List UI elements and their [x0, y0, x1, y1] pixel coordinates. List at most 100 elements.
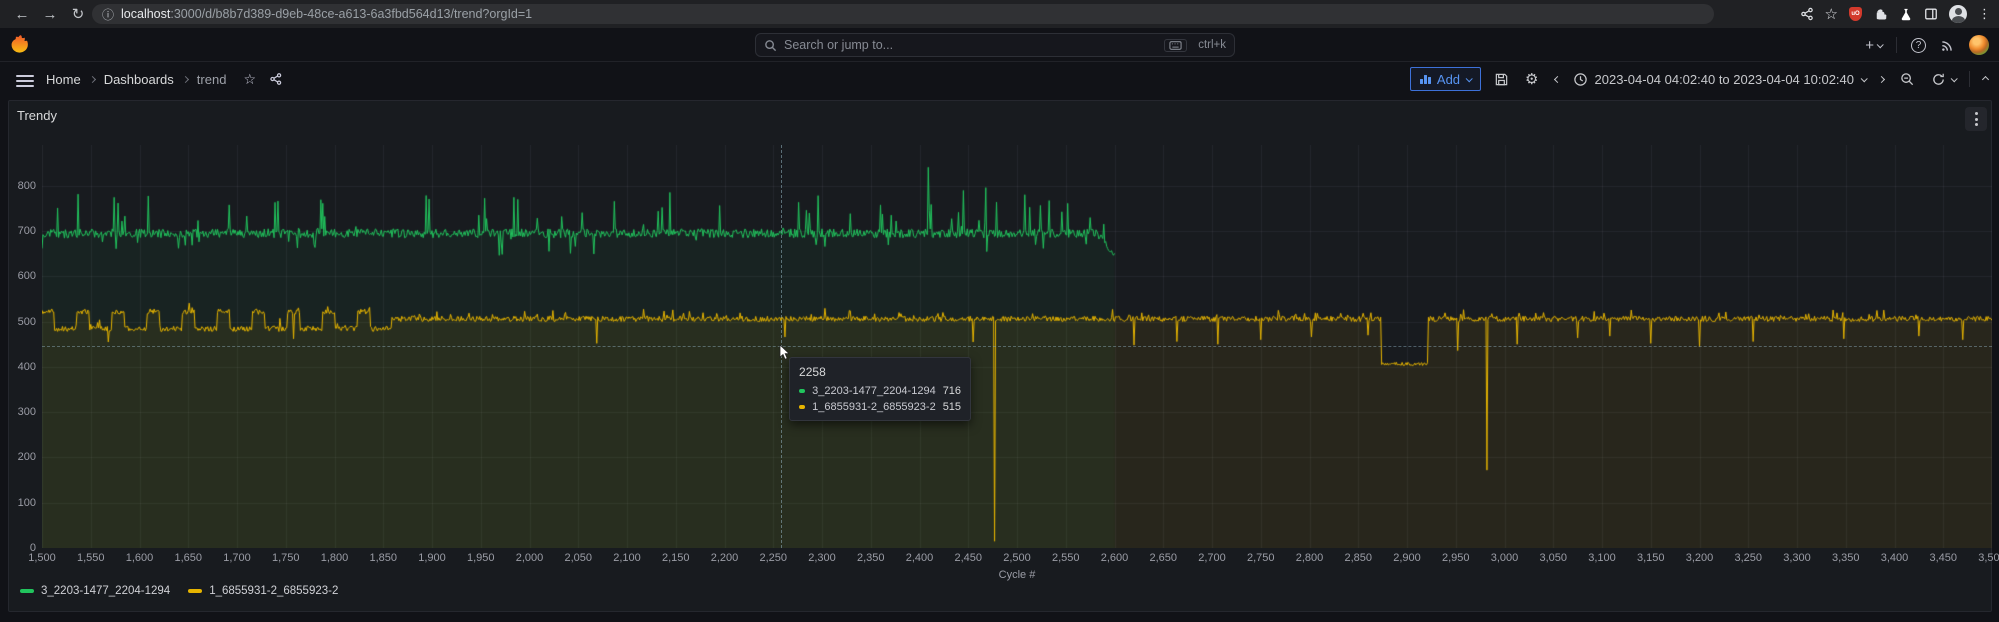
new-menu-button[interactable]: + — [1865, 37, 1882, 54]
refresh-icon — [1931, 72, 1946, 87]
x-tick-label: 2,200 — [711, 552, 739, 564]
x-tick-label: 1,900 — [418, 552, 446, 564]
time-range-picker[interactable]: 2023-04-04 04:02:40 to 2023-04-04 10:02:… — [1573, 72, 1867, 87]
x-tick-label: 3,100 — [1588, 552, 1616, 564]
breadcrumb-dashboards[interactable]: Dashboards — [104, 72, 174, 87]
browser-back-icon[interactable]: ← — [10, 2, 34, 26]
grafana-logo[interactable] — [10, 35, 29, 54]
x-tick-label: 2,300 — [808, 552, 836, 564]
x-tick-label: 2,000 — [516, 552, 544, 564]
x-tick-label: 1,750 — [272, 552, 300, 564]
panel-title: Trendy — [17, 108, 57, 123]
keyboard-icon — [1164, 39, 1187, 52]
time-shift-forward-icon[interactable] — [1876, 67, 1887, 91]
x-tick-label: 2,700 — [1198, 552, 1226, 564]
share-icon[interactable] — [1800, 7, 1814, 21]
grafana-top-nav: ctrl+k + ? — [0, 28, 1999, 62]
chart-canvas[interactable] — [42, 145, 1992, 548]
panel-menu-icon[interactable] — [1965, 107, 1987, 131]
breadcrumb-current: trend — [197, 72, 227, 87]
x-tick-label: 2,550 — [1052, 552, 1080, 564]
save-dashboard-icon[interactable] — [1491, 67, 1512, 91]
favorite-star-icon[interactable]: ☆ — [243, 71, 256, 88]
y-tick-label: 100 — [0, 497, 36, 509]
legend-swatch — [188, 589, 202, 593]
y-tick-label: 600 — [0, 270, 36, 282]
x-tick-label: 1,650 — [174, 552, 202, 564]
time-shift-back-icon[interactable] — [1552, 67, 1563, 91]
x-tick-label: 2,900 — [1393, 552, 1421, 564]
search-input[interactable] — [784, 38, 1157, 52]
x-tick-label: 1,950 — [467, 552, 495, 564]
x-tick-label: 3,300 — [1783, 552, 1811, 564]
x-tick-label: 3,450 — [1929, 552, 1957, 564]
flask-extension-icon[interactable] — [1899, 7, 1913, 22]
x-tick-label: 3,250 — [1734, 552, 1762, 564]
collapse-toolbar-icon[interactable] — [1980, 67, 1991, 91]
ublock-extension-icon[interactable]: uO — [1849, 7, 1862, 21]
x-tick-label: 1,500 — [28, 552, 56, 564]
extensions-puzzle-icon[interactable] — [1873, 7, 1888, 22]
help-icon[interactable]: ? — [1911, 38, 1926, 53]
legend-swatch — [20, 589, 34, 593]
breadcrumb: Home Dashboards trend ☆ — [46, 62, 283, 96]
screen: ← → ↻ ⓘ localhost:3000/d/b8b7d389-d9eb-4… — [0, 0, 1999, 622]
x-tick-label: 1,850 — [369, 552, 397, 564]
legend-item-series-1[interactable]: 3_2203-1477_2204-1294 — [20, 585, 170, 597]
x-tick-label: 2,400 — [906, 552, 934, 564]
y-tick-label: 400 — [0, 361, 36, 373]
tooltip-swatch — [799, 389, 805, 393]
clock-icon — [1573, 72, 1588, 87]
refresh-button[interactable] — [1928, 67, 1959, 91]
y-tick-label: 300 — [0, 406, 36, 418]
browser-forward-icon[interactable]: → — [38, 2, 62, 26]
search-shortcut-label: ctrl+k — [1198, 39, 1226, 51]
x-tick-label: 1,600 — [126, 552, 154, 564]
x-tick-label: 2,650 — [1149, 552, 1177, 564]
x-tick-label: 3,150 — [1637, 552, 1665, 564]
nav-divider — [1896, 37, 1897, 53]
x-tick-label: 2,600 — [1101, 552, 1129, 564]
breadcrumb-separator — [182, 75, 189, 82]
x-tick-label: 1,700 — [223, 552, 251, 564]
bookmark-star-icon[interactable]: ☆ — [1825, 5, 1838, 23]
tooltip-row: 3_2203-1477_2204-1294 716 — [799, 385, 961, 397]
search-icon — [764, 39, 777, 52]
x-tick-label: 3,200 — [1686, 552, 1714, 564]
x-tick-label: 3,050 — [1539, 552, 1567, 564]
x-tick-label: 2,750 — [1247, 552, 1275, 564]
y-tick-label: 800 — [0, 180, 36, 192]
x-axis-title: Cycle # — [42, 569, 1992, 581]
browser-menu-icon[interactable]: ⋮ — [1978, 6, 1991, 22]
global-search[interactable]: ctrl+k — [755, 33, 1235, 57]
x-tick-label: 2,350 — [857, 552, 885, 564]
x-tick-label: 2,150 — [662, 552, 690, 564]
add-panel-button[interactable]: Add — [1410, 67, 1481, 91]
x-tick-label: 3,500 — [1978, 552, 1999, 564]
panel-header[interactable]: Trendy — [9, 101, 1991, 131]
breadcrumb-separator — [89, 75, 96, 82]
browser-reload-icon[interactable]: ↻ — [66, 2, 90, 26]
address-bar[interactable]: ⓘ localhost:3000/d/b8b7d389-d9eb-48ce-a6… — [92, 4, 1714, 24]
breadcrumb-home[interactable]: Home — [46, 72, 81, 87]
side-panel-icon[interactable] — [1924, 7, 1938, 21]
y-tick-label: 500 — [0, 316, 36, 328]
share-dashboard-icon[interactable] — [269, 72, 283, 86]
x-tick-label: 2,850 — [1344, 552, 1372, 564]
browser-profile-avatar[interactable] — [1949, 5, 1967, 23]
legend-item-series-2[interactable]: 1_6855931-2_6855923-2 — [188, 585, 338, 597]
bar-chart-plus-icon — [1420, 75, 1431, 84]
dashboard-toolbar: Home Dashboards trend ☆ Add — [0, 62, 1999, 96]
y-axis-labels: 0100200300400500600700800 — [0, 145, 36, 548]
x-tick-label: 2,250 — [759, 552, 787, 564]
mega-menu-icon[interactable] — [16, 72, 34, 90]
zoom-out-time-icon[interactable] — [1897, 67, 1918, 91]
x-tick-label: 2,050 — [564, 552, 592, 564]
dashboard-settings-icon[interactable]: ⚙ — [1522, 67, 1541, 91]
user-avatar[interactable] — [1969, 35, 1989, 55]
x-tick-label: 3,000 — [1491, 552, 1519, 564]
toolbar-divider — [1969, 71, 1970, 87]
news-rss-icon[interactable] — [1940, 38, 1955, 53]
url-text: localhost:3000/d/b8b7d389-d9eb-48ce-a613… — [121, 7, 532, 21]
site-info-icon[interactable]: ⓘ — [102, 6, 114, 23]
